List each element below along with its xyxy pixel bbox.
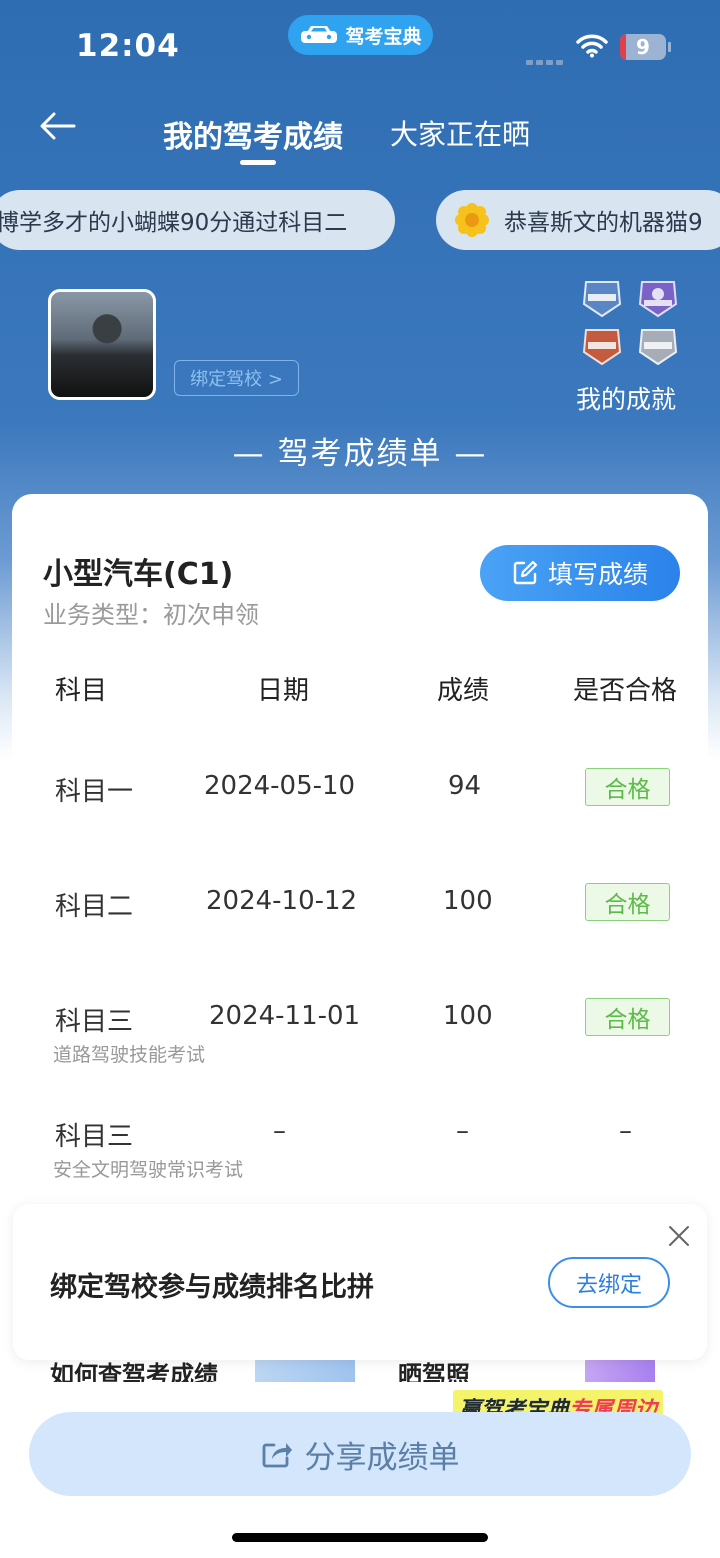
tab-everyone-sharing[interactable]: 大家正在晒 <box>390 113 530 153</box>
row-subject: 科目一 <box>55 777 134 807</box>
row-date: – <box>273 1116 286 1146</box>
row-date: 2024-11-01 <box>209 1001 361 1031</box>
battery-cap <box>668 42 671 52</box>
achievement-badge-icon <box>582 329 622 366</box>
cellular-signal-icon <box>526 50 566 69</box>
fill-scores-label: 填写成绩 <box>547 560 648 589</box>
row-date: 2024-10-12 <box>206 886 358 916</box>
column-header-date: 日期 <box>257 676 310 706</box>
column-header-pass: 是否合格 <box>573 676 678 706</box>
tab-active-indicator <box>240 160 276 165</box>
marquee-text: 恭喜斯文的机器猫9 <box>504 210 703 236</box>
car-icon <box>301 26 338 43</box>
app-badge[interactable]: 驾考宝典 <box>288 15 433 55</box>
achievement-badge-icon <box>638 329 678 366</box>
marquee-item: 博学多才的小蝴蝶90分通过科目二 <box>0 190 395 250</box>
fill-scores-button[interactable]: 填写成绩 <box>480 545 680 601</box>
column-header-subject: 科目 <box>55 676 108 706</box>
row-subject: 科目二 <box>55 892 134 922</box>
status-time: 12:04 <box>76 28 180 64</box>
close-icon[interactable] <box>667 1224 691 1248</box>
avatar[interactable] <box>48 289 156 400</box>
row-date: 2024-05-10 <box>204 771 356 801</box>
battery-level: 9 <box>636 35 650 59</box>
row-score: 94 <box>448 771 482 801</box>
back-arrow-icon[interactable] <box>38 110 78 142</box>
pass-badge: 合格 <box>585 998 670 1036</box>
report-title: — 驾考成绩单 — <box>232 436 488 472</box>
go-bind-button[interactable]: 去绑定 <box>548 1257 670 1308</box>
bind-school-prompt: 绑定驾校参与成绩排名比拼 <box>50 1272 374 1303</box>
marquee-text: 博学多才的小蝴蝶90分通过科目二 <box>0 210 348 236</box>
achievement-badge-icon <box>582 281 622 318</box>
achievement-badges[interactable] <box>578 278 684 373</box>
business-type: 业务类型：初次申领 <box>43 601 259 629</box>
vehicle-type: 小型汽车(C1) <box>43 557 234 592</box>
share-report-button[interactable]: 分享成绩单 <box>29 1412 691 1496</box>
share-icon <box>262 1443 292 1468</box>
bind-school-link[interactable]: 绑定驾校 > <box>174 360 299 396</box>
achievement-badge-icon <box>638 281 678 318</box>
pass-badge: 合格 <box>585 768 670 806</box>
app-name: 驾考宝典 <box>345 25 422 48</box>
battery-indicator: 9 <box>620 34 666 60</box>
wifi-icon <box>576 34 608 58</box>
row-subject-sub: 安全文明驾驶常识考试 <box>53 1159 244 1181</box>
home-indicator <box>232 1533 488 1542</box>
row-subject: 科目三 <box>55 1122 134 1152</box>
marquee-item: 恭喜斯文的机器猫9 <box>436 190 720 250</box>
flower-icon <box>455 203 489 237</box>
column-header-score: 成绩 <box>437 676 490 706</box>
row-score: 100 <box>443 1001 493 1031</box>
row-score: – <box>456 1116 469 1146</box>
edit-icon <box>513 560 538 585</box>
pass-badge: 合格 <box>585 883 670 921</box>
tab-my-scores[interactable]: 我的驾考成绩 <box>163 112 343 156</box>
row-subject-sub: 道路驾驶技能考试 <box>53 1044 206 1066</box>
row-score: 100 <box>443 886 493 916</box>
row-subject: 科目三 <box>55 1007 134 1037</box>
my-achievements-label[interactable]: 我的成就 <box>576 380 676 416</box>
share-report-label: 分享成绩单 <box>304 1439 460 1476</box>
row-status: – <box>619 1116 632 1146</box>
